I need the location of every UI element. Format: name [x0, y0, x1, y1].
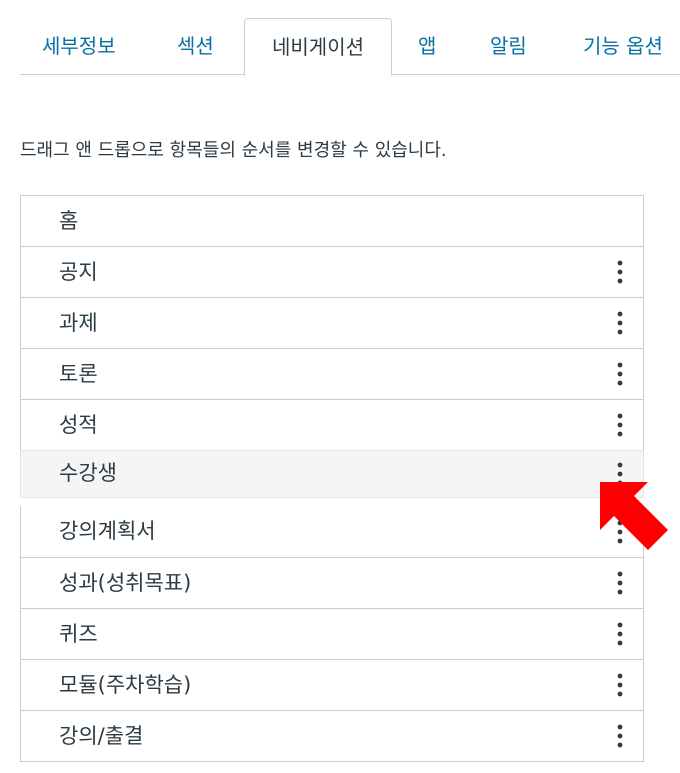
- nav-item-attendance[interactable]: 강의/출결: [20, 710, 644, 762]
- tab-feature-options[interactable]: 기능 옵션: [583, 18, 663, 74]
- nav-item-home[interactable]: 홈: [20, 195, 644, 247]
- navigation-list: 홈 공지 과제 토론 성적 수강생 강의계획서 성과(성취목표) 퀴즈 모듈(주…: [20, 195, 644, 762]
- nav-item-label: 강의/출결: [59, 724, 144, 748]
- nav-item-label: 퀴즈: [59, 622, 98, 646]
- kebab-menu-icon[interactable]: [613, 410, 627, 440]
- nav-item-label: 홈: [59, 209, 79, 233]
- nav-item-label: 성적: [59, 413, 98, 437]
- nav-item-label: 모듈(주차학습): [59, 673, 192, 697]
- nav-item-label: 토론: [59, 362, 98, 386]
- nav-item-announcements[interactable]: 공지: [20, 246, 644, 298]
- nav-item-label: 성과(성취목표): [59, 571, 192, 595]
- tab-details[interactable]: 세부정보: [42, 18, 116, 74]
- kebab-menu-icon[interactable]: [613, 619, 627, 649]
- kebab-menu-icon[interactable]: [613, 670, 627, 700]
- nav-item-assignments[interactable]: 과제: [20, 297, 644, 349]
- kebab-menu-icon[interactable]: [613, 359, 627, 389]
- nav-item-quizzes[interactable]: 퀴즈: [20, 608, 644, 660]
- tab-notifications[interactable]: 알림: [490, 18, 527, 74]
- arrow-pointer-icon: [600, 482, 668, 550]
- nav-item-label: 강의계획서: [59, 519, 156, 543]
- kebab-menu-icon[interactable]: [613, 257, 627, 287]
- nav-item-grades[interactable]: 성적: [20, 399, 644, 451]
- tab-sections[interactable]: 섹션: [177, 18, 214, 74]
- tab-navigation[interactable]: 네비게이션: [244, 18, 392, 76]
- nav-item-outcomes[interactable]: 성과(성취목표): [20, 557, 644, 609]
- nav-item-syllabus[interactable]: 강의계획서: [20, 506, 644, 558]
- instructions-text: 드래그 앤 드롭으로 항목들의 순서를 변경할 수 있습니다.: [20, 140, 447, 161]
- kebab-menu-icon[interactable]: [613, 721, 627, 751]
- tab-bar: 세부정보 섹션 네비게이션 앱 알림 기능 옵션: [20, 18, 680, 76]
- nav-item-discussions[interactable]: 토론: [20, 348, 644, 400]
- tab-apps[interactable]: 앱: [418, 18, 436, 74]
- nav-item-label: 공지: [59, 260, 98, 284]
- kebab-menu-icon[interactable]: [613, 568, 627, 598]
- nav-item-label: 수강생: [59, 461, 117, 485]
- nav-item-modules[interactable]: 모듈(주차학습): [20, 659, 644, 711]
- kebab-menu-icon[interactable]: [613, 308, 627, 338]
- nav-item-people[interactable]: 수강생: [20, 450, 644, 498]
- nav-item-label: 과제: [59, 311, 98, 335]
